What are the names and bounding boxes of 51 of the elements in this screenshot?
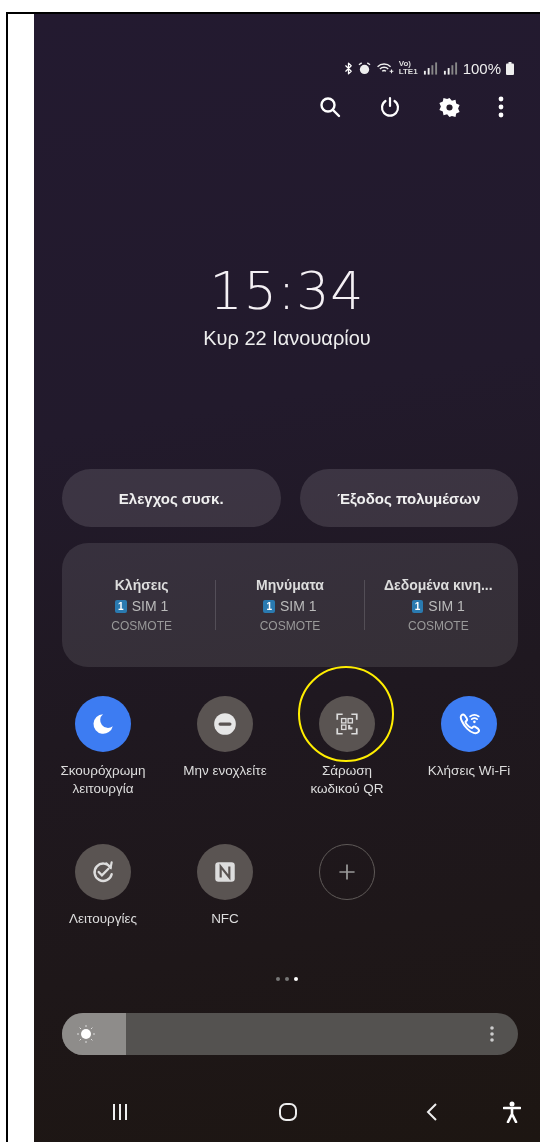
tile-label: Κλήσεις Wi-Fi	[426, 762, 512, 780]
alarm-icon	[357, 61, 371, 75]
sim-setting-title: Κλήσεις	[114, 577, 169, 593]
brightness-slider[interactable]	[62, 1013, 518, 1055]
signal-icon	[422, 61, 438, 75]
power-icon[interactable]	[379, 96, 401, 118]
device-control-button[interactable]: Ελεγχος συσκ.	[62, 469, 281, 527]
qr-scan-icon	[334, 711, 360, 737]
accessibility-icon[interactable]	[503, 1101, 521, 1123]
sim-name: SIM 1	[280, 598, 317, 614]
battery-icon	[506, 61, 514, 75]
more-options-icon[interactable]	[498, 96, 504, 118]
quick-tile-button[interactable]	[75, 844, 131, 900]
sim-name: SIM 1	[428, 598, 465, 614]
sim-name: SIM 1	[131, 598, 169, 614]
nfc-icon	[212, 859, 238, 885]
quick-tile-button[interactable]	[197, 844, 253, 900]
sun-icon	[76, 1024, 96, 1044]
home-icon[interactable]	[278, 1102, 298, 1122]
search-icon[interactable]	[319, 96, 341, 118]
carrier-name: COSMOTE	[259, 619, 321, 633]
settings-icon[interactable]	[439, 96, 460, 118]
tile-label: NFC	[210, 910, 240, 928]
carrier-name: COSMOTE	[408, 619, 469, 633]
bluetooth-icon	[343, 61, 353, 75]
back-icon[interactable]	[426, 1102, 438, 1122]
tile-label: Μην ενοχλείτε	[182, 762, 268, 780]
add-tile-button[interactable]	[319, 844, 375, 900]
quick-tile-button[interactable]	[319, 696, 375, 752]
clock-time: 15:34	[209, 261, 365, 321]
quick-tile-button[interactable]	[441, 696, 497, 752]
sim-badge: 1	[263, 599, 275, 613]
quick-tile-button[interactable]	[197, 696, 253, 752]
wifi-icon	[375, 61, 394, 75]
minus-circle-icon	[212, 711, 238, 737]
sim-setting-title: Μηνύματα	[256, 577, 324, 593]
recent-apps-icon[interactable]	[111, 1103, 129, 1121]
clock-date: Κυρ 22 Ιανουαρίου	[203, 327, 371, 350]
tile-label: Λειτουργίες	[68, 910, 138, 928]
battery-percent: 100%	[462, 59, 501, 77]
media-output-button[interactable]: Έξοδος πολυμέσων	[299, 469, 518, 527]
sim-setting-title: Δεδομένα κινη...	[384, 577, 493, 593]
signal-icon	[442, 61, 458, 75]
carrier-name: COSMOTE	[111, 619, 172, 633]
sim-badge: 1	[411, 599, 424, 613]
sim-badge: 1	[115, 599, 127, 613]
volte-label: Vo) LTE1	[398, 60, 418, 76]
quick-tile-button[interactable]	[75, 696, 131, 752]
tile-label: Σάρωση κωδικού QR	[309, 762, 385, 798]
tile-label: Σκουρόχρωμη λειτουργία	[59, 762, 147, 798]
check-cycle-icon	[90, 859, 116, 885]
